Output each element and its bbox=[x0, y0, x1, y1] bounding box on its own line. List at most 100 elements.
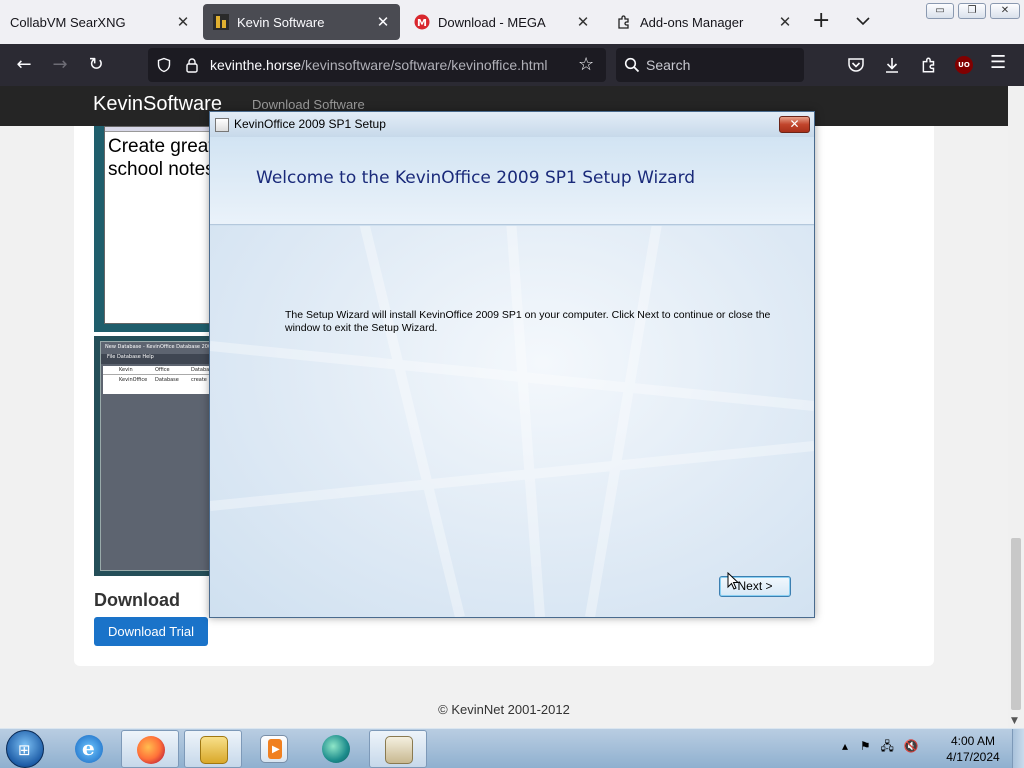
mega-favicon-icon: M bbox=[414, 14, 430, 30]
installer-app-icon bbox=[215, 118, 229, 132]
search-icon bbox=[624, 57, 640, 73]
taskbar-file-explorer[interactable] bbox=[184, 730, 242, 768]
vertical-scrollbar[interactable]: ▼ bbox=[1008, 86, 1024, 728]
hamburger-menu-icon[interactable]: ☰ bbox=[990, 52, 1006, 73]
dialog-body: The Setup Wizard will install KevinOffic… bbox=[210, 226, 814, 617]
url-text[interactable]: kevinthe.horse/kevinsoftware/software/ke… bbox=[210, 57, 547, 73]
background-pattern bbox=[210, 226, 814, 617]
db-cell-1: KevinOffice bbox=[119, 377, 148, 383]
messenger-icon bbox=[322, 735, 350, 763]
tab-bar: CollabVM SearXNG ✕ Kevin Software ✕ M Do… bbox=[0, 0, 1024, 44]
tab-close-icon[interactable]: ✕ bbox=[574, 13, 592, 31]
scroll-down-arrow-icon[interactable]: ▼ bbox=[1011, 716, 1018, 726]
lock-icon[interactable] bbox=[184, 57, 200, 73]
search-placeholder: Search bbox=[646, 57, 691, 73]
taskbar-clock[interactable]: 4:00 AM 4/17/2024 bbox=[940, 733, 1006, 765]
kevin-software-favicon-icon bbox=[213, 14, 229, 30]
url-bar[interactable]: kevinthe.horse/kevinsoftware/software/ke… bbox=[148, 48, 606, 82]
db-col-2: Office bbox=[155, 367, 170, 373]
download-heading: Download bbox=[94, 590, 180, 610]
extensions-puzzle-icon[interactable] bbox=[920, 56, 938, 74]
start-button[interactable]: ⊞ bbox=[6, 730, 44, 768]
taskbar: ⊞ e ▶ ▴ ⚑ 🖧 🔇 4:00 AM 4/17/2024 bbox=[0, 728, 1024, 768]
tab-collabvm-searxng[interactable]: CollabVM SearXNG ✕ bbox=[0, 4, 200, 40]
bookmark-star-icon[interactable]: ☆ bbox=[578, 54, 594, 75]
dialog-close-button[interactable]: ✕ bbox=[779, 116, 810, 133]
setup-wizard-dialog: KevinOffice 2009 SP1 Setup ✕ Welcome to … bbox=[209, 111, 815, 618]
media-player-icon: ▶ bbox=[260, 735, 288, 763]
ublock-origin-icon[interactable]: UO bbox=[955, 56, 973, 74]
system-tray: ▴ ⚑ 🖧 🔇 bbox=[842, 737, 919, 758]
dialog-titlebar[interactable]: KevinOffice 2009 SP1 Setup ✕ bbox=[210, 112, 814, 137]
windows-logo-icon: ⊞ bbox=[18, 741, 31, 759]
site-brand-link[interactable]: KevinSoftware bbox=[93, 93, 222, 116]
taskbar-firefox[interactable] bbox=[121, 730, 179, 768]
svg-text:M: M bbox=[417, 18, 427, 29]
tab-close-icon[interactable]: ✕ bbox=[776, 13, 794, 31]
list-all-tabs-chevron-down-icon[interactable] bbox=[854, 12, 872, 30]
network-icon[interactable]: 🖧 bbox=[880, 739, 893, 753]
notes-page: Create great school notes bbox=[104, 126, 215, 324]
tab-title: Download - MEGA bbox=[438, 14, 546, 30]
dialog-title: KevinOffice 2009 SP1 Setup bbox=[234, 117, 386, 131]
tab-download-mega[interactable]: M Download - MEGA ✕ bbox=[404, 4, 600, 40]
close-window-button[interactable]: ✕ bbox=[990, 3, 1020, 19]
notes-sample-line-1: Create great bbox=[108, 136, 214, 157]
db-cell-3: create bbox=[191, 377, 207, 383]
notes-tab-strip bbox=[105, 127, 215, 132]
taskbar-messenger[interactable] bbox=[307, 730, 365, 768]
tab-close-icon[interactable]: ✕ bbox=[374, 13, 392, 31]
downloads-icon[interactable] bbox=[883, 56, 901, 74]
tab-close-icon[interactable]: ✕ bbox=[174, 13, 192, 31]
download-software-link[interactable]: Download Software bbox=[252, 97, 365, 112]
taskbar-internet-explorer[interactable]: e bbox=[60, 730, 118, 768]
clock-time: 4:00 AM bbox=[950, 734, 996, 748]
url-host: kevinthe.horse bbox=[210, 57, 302, 73]
firefox-icon bbox=[137, 736, 165, 764]
tab-title: CollabVM SearXNG bbox=[10, 14, 126, 30]
taskbar-setup-installer[interactable] bbox=[369, 730, 427, 768]
tab-add-ons-manager[interactable]: Add-ons Manager ✕ bbox=[606, 4, 802, 40]
db-cell-2: Database bbox=[155, 377, 179, 383]
navigation-toolbar: ← → ↻ kevinthe.horse/kevinsoftware/softw… bbox=[0, 44, 1024, 86]
reload-icon[interactable]: ↻ bbox=[84, 53, 108, 77]
search-bar[interactable]: Search bbox=[616, 48, 804, 82]
db-col-1: Kevin bbox=[119, 367, 133, 373]
db-col-3: Databa bbox=[191, 367, 210, 373]
puzzle-piece-icon bbox=[618, 15, 629, 29]
show-desktop-button[interactable] bbox=[1012, 729, 1024, 768]
new-tab-plus-icon[interactable]: + bbox=[812, 10, 830, 32]
kevinoffice-notes-screenshot: Create great school notes bbox=[94, 126, 215, 332]
tab-title: Kevin Software bbox=[237, 14, 325, 30]
mouse-cursor-icon bbox=[727, 572, 739, 590]
pocket-icon[interactable] bbox=[847, 56, 865, 74]
tab-kevin-software[interactable]: Kevin Software ✕ bbox=[203, 4, 400, 40]
clock-date: 4/17/2024 bbox=[946, 750, 1000, 764]
shield-icon[interactable] bbox=[156, 57, 172, 73]
internet-explorer-icon: e bbox=[75, 735, 103, 763]
restore-window-button[interactable]: ❐ bbox=[958, 3, 986, 19]
db-grid-line bbox=[103, 374, 215, 375]
url-path: /kevinsoftware/software/kevinoffice.html bbox=[301, 57, 548, 73]
database-menu-bar: File Database Help bbox=[101, 354, 215, 364]
download-trial-button[interactable]: Download Trial bbox=[94, 617, 208, 646]
show-hidden-icons-icon[interactable]: ▴ bbox=[842, 739, 848, 753]
database-window: New Database - KevinOffice Database 2009… bbox=[100, 341, 215, 571]
dialog-banner: Welcome to the KevinOffice 2009 SP1 Setu… bbox=[210, 137, 814, 225]
forward-arrow-icon[interactable]: → bbox=[48, 53, 72, 77]
scrollbar-thumb[interactable] bbox=[1011, 538, 1021, 710]
folder-icon bbox=[200, 736, 228, 764]
wizard-heading: Welcome to the KevinOffice 2009 SP1 Setu… bbox=[256, 168, 696, 188]
action-center-flag-icon[interactable]: ⚑ bbox=[860, 739, 871, 753]
taskbar-media-player[interactable]: ▶ bbox=[245, 730, 303, 768]
volume-muted-icon[interactable]: 🔇 bbox=[904, 739, 919, 753]
notes-sample-text: Create great school notes bbox=[108, 135, 215, 181]
back-arrow-icon[interactable]: ← bbox=[12, 53, 36, 77]
minimize-window-button[interactable]: ▭ bbox=[926, 3, 954, 19]
tab-title: Add-ons Manager bbox=[640, 14, 744, 30]
database-grid: Kevin Office Databa KevinOffice Database… bbox=[103, 366, 215, 394]
kevinoffice-database-screenshot: New Database - KevinOffice Database 2009… bbox=[94, 336, 215, 576]
wizard-description: The Setup Wizard will install KevinOffic… bbox=[285, 309, 771, 334]
site-footer: © KevinNet 2001-2012 bbox=[438, 702, 570, 717]
database-window-title: New Database - KevinOffice Database 2009 bbox=[105, 344, 215, 350]
